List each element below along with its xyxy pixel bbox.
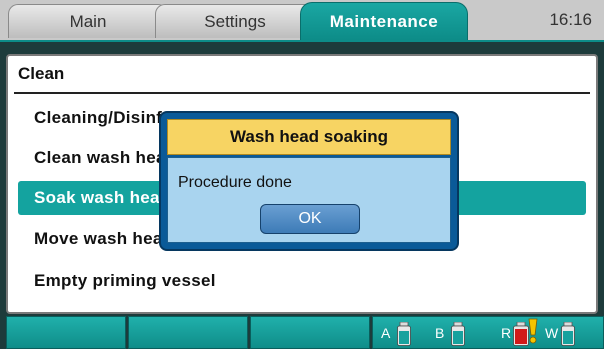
softkey-3[interactable]: [250, 316, 370, 349]
section-divider: [14, 92, 590, 94]
bottle-label-r: R: [501, 325, 512, 341]
device-screen: Main Settings Maintenance 16:16 Clean Cl…: [0, 0, 604, 349]
section-title: Clean: [18, 64, 65, 83]
tab-settings[interactable]: Settings: [155, 4, 315, 38]
tab-main[interactable]: Main: [8, 4, 168, 38]
bottle-a-icon: [397, 322, 411, 346]
reagent-status: A B R W: [372, 316, 604, 349]
message-dialog: Wash head soaking Procedure done OK: [159, 111, 459, 251]
ok-button[interactable]: OK: [260, 204, 360, 234]
tab-maintenance[interactable]: Maintenance: [300, 2, 468, 40]
softkey-1[interactable]: [6, 316, 126, 349]
dialog-message: Procedure done: [178, 174, 292, 191]
bottle-b-icon: [451, 322, 465, 346]
dialog-body: Procedure done OK: [167, 157, 451, 243]
tab-bar: Main Settings Maintenance 16:16: [0, 0, 604, 42]
softkey-2[interactable]: [128, 316, 248, 349]
menu-item-empty-priming-vessel[interactable]: Empty priming vessel: [18, 264, 586, 298]
bottle-label-w: W: [545, 325, 559, 341]
clock: 16:16: [549, 10, 592, 29]
dialog-title: Wash head soaking: [167, 119, 451, 155]
warning-exclamation-icon: [528, 318, 538, 344]
bottom-bar: A B R W: [0, 316, 604, 349]
bottle-label-a: A: [381, 325, 391, 341]
bottle-label-b: B: [435, 325, 445, 341]
bottle-w-icon: [561, 322, 575, 346]
